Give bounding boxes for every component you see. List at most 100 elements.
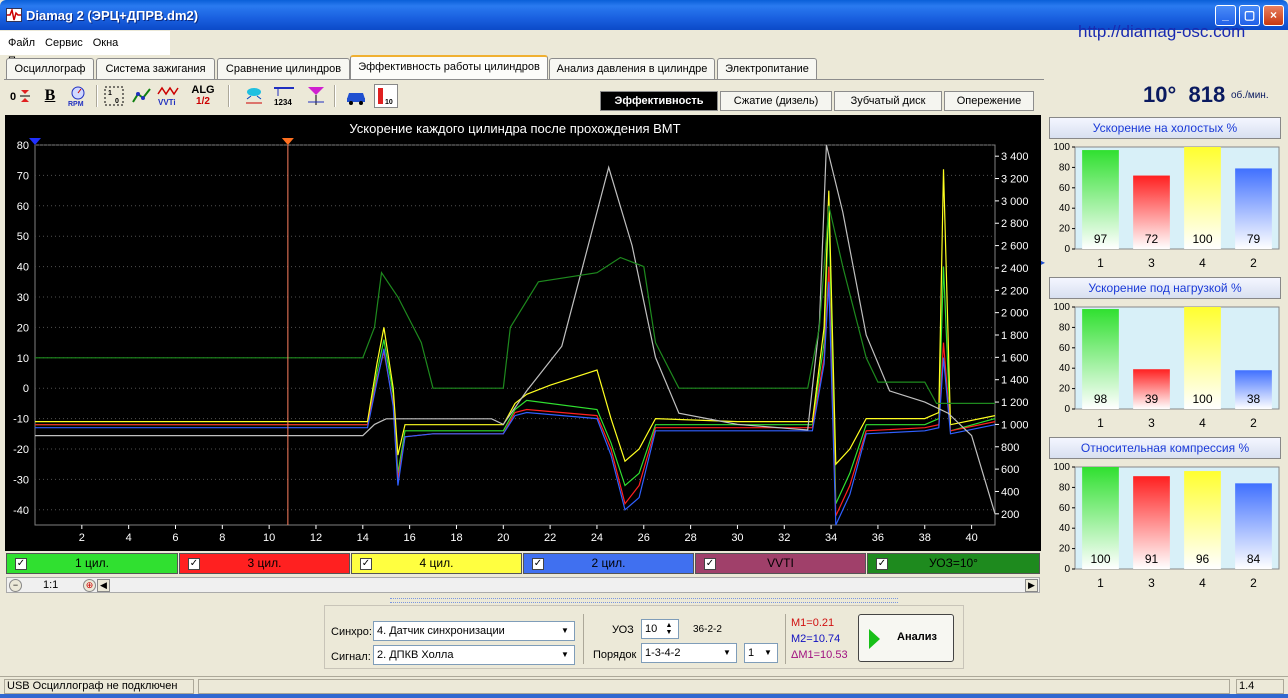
bar-y-tick-label: 80 (1059, 322, 1071, 333)
tab-cylinder-compare[interactable]: Сравнение цилиндров (217, 58, 350, 79)
order-number-select[interactable]: 1 ▼ (744, 643, 778, 663)
status-spacer (198, 679, 1230, 694)
bar-category-label: 4 (1199, 416, 1206, 430)
main-chart-svg[interactable]: Ускорение каждого цилиндра после прохожд… (5, 115, 1041, 551)
zoom-level: 1:1 (43, 579, 59, 591)
menu-file[interactable]: Файл (0, 31, 37, 49)
sync-select[interactable]: 4. Датчик синхронизации ▼ (373, 621, 575, 641)
rpm-icon[interactable]: RPM (66, 84, 90, 108)
bar-category-label: 3 (1148, 416, 1155, 430)
x-tick-label: 14 (357, 532, 369, 544)
y-left-tick-label: -10 (13, 414, 29, 426)
rpm-text: RPM (68, 101, 84, 108)
bold-icon[interactable]: B (38, 84, 62, 108)
marker-delta: ΔM1=10.53 (791, 649, 848, 661)
chart-scrollbar[interactable]: − 1:1 ⊕ ◀ ▶ (6, 577, 1040, 593)
panel-splitter[interactable] (390, 598, 898, 603)
order-label: Порядок (593, 649, 637, 661)
y-right-tick-label: 1 800 (1001, 330, 1029, 342)
spinner-icon[interactable]: ▲ ▼ (662, 622, 676, 636)
x-tick-label: 6 (172, 532, 178, 544)
idle-acceleration-chart: 100 80 60 40 20 0 97 1 72 3 100 4 79 2 (1047, 141, 1284, 275)
sequence-icon[interactable]: 1234 (272, 84, 296, 108)
subtab-advance[interactable]: Опережение (944, 91, 1034, 111)
tab-pressure-analysis[interactable]: Анализ давления в цилиндре (549, 58, 715, 79)
signal-value: 2. ДПКВ Холла (377, 649, 454, 661)
uoz-value: 10 (645, 623, 658, 635)
svg-text:1: 1 (108, 90, 112, 97)
toolbar-separator (228, 85, 230, 107)
vvti-icon[interactable]: VVTi (156, 84, 180, 108)
zoom-out-icon[interactable]: − (9, 579, 22, 592)
menu-service[interactable]: Сервис (37, 31, 85, 49)
main-chart[interactable]: Ускорение каждого цилиндра после прохожд… (5, 115, 1041, 551)
divider (583, 614, 584, 664)
bar-y-tick-label: 20 (1059, 224, 1071, 235)
window-title: Diamag 2 (ЭРЦ+ДПРВ.dm2) (26, 8, 199, 23)
order-select[interactable]: 1-3-4-2 ▼ (641, 643, 737, 663)
legend-label: 3 цил. (247, 556, 282, 570)
legend-uoz[interactable]: ✓ УОЗ=10° (867, 553, 1040, 574)
panel-collapse-icon[interactable]: ▸ (1041, 258, 1046, 270)
analyze-button[interactable]: Анализ (858, 614, 954, 662)
tab-oscilloscope[interactable]: Осциллограф (6, 58, 94, 79)
tab-ignition[interactable]: Система зажигания (96, 58, 215, 79)
bar-y-tick-label: 0 (1064, 244, 1070, 255)
subtab-toothed-disc[interactable]: Зубчатый диск (834, 91, 942, 111)
legend-cyl1[interactable]: ✓ 1 цил. (6, 553, 178, 574)
analyze-label: Анализ (897, 631, 937, 643)
x-tick-label: 10 (263, 532, 275, 544)
subtab-compression[interactable]: Сжатие (дизель) (720, 91, 832, 111)
bar-category-label: 4 (1199, 256, 1206, 270)
y-right-tick-label: 3 400 (1001, 151, 1029, 163)
zoom-in-icon[interactable]: ⊕ (83, 579, 96, 592)
scale-icon[interactable]: 0 (8, 84, 32, 108)
checkbox-icon[interactable]: ✓ (876, 558, 888, 570)
scroll-left-icon[interactable]: ◀ (97, 579, 110, 592)
cursor-grid-icon[interactable]: 10 (102, 84, 126, 108)
order-value: 1-3-4-2 (645, 647, 681, 659)
tab-cylinder-efficiency[interactable]: Эффективность работы цилиндров (350, 55, 548, 80)
status-version: 1.4 (1236, 679, 1284, 694)
bar-value-label: 79 (1247, 232, 1261, 246)
legend-cyl3[interactable]: ✓ 3 цил. (179, 553, 350, 574)
site-url[interactable]: http://diamag-osc.com (1078, 22, 1245, 42)
graph-icon[interactable] (130, 84, 154, 108)
y-left-tick-label: 40 (17, 262, 29, 274)
marker-icon[interactable] (304, 84, 328, 108)
compression-title: Относительная компрессия % (1049, 437, 1281, 459)
bar-icon[interactable]: 10 (374, 84, 398, 108)
close-button[interactable]: × (1263, 5, 1284, 26)
tab-power[interactable]: Электропитание (717, 58, 817, 79)
signal-label: Сигнал: (331, 651, 371, 663)
rpm-readout: 818 (1188, 82, 1226, 107)
marker-m2: M2=10.74 (791, 633, 841, 645)
sensor-icon[interactable] (242, 84, 266, 108)
signal-select[interactable]: 2. ДПКВ Холла ▼ (373, 645, 575, 665)
x-tick-label: 12 (310, 532, 322, 544)
bar-value-label: 98 (1094, 392, 1108, 406)
subtab-efficiency[interactable]: Эффективность (600, 91, 718, 111)
checkbox-icon[interactable]: ✓ (360, 558, 372, 570)
uoz-spinner[interactable]: 10 ▲ ▼ (641, 619, 679, 639)
legend-cyl4[interactable]: ✓ 4 цил. (351, 553, 522, 574)
scroll-right-icon[interactable]: ▶ (1025, 579, 1038, 592)
y-left-tick-label: -30 (13, 474, 29, 486)
y-right-tick-label: 2 600 (1001, 241, 1029, 253)
legend-vvti[interactable]: ✓ VVTI (695, 553, 866, 574)
algorithm-icon[interactable]: ALG 1/2 (188, 84, 218, 108)
chevron-down-icon: ▼ (561, 650, 569, 659)
bar-y-tick-label: 40 (1059, 363, 1071, 374)
y-left-tick-label: 60 (17, 201, 29, 213)
menu-windows[interactable]: Окна (85, 31, 121, 49)
checkbox-icon[interactable]: ✓ (15, 558, 27, 570)
legend-cyl2[interactable]: ✓ 2 цил. (523, 553, 694, 574)
checkbox-icon[interactable]: ✓ (188, 558, 200, 570)
series-line-4 (35, 144, 996, 514)
cursor-marker-icon (281, 138, 294, 145)
checkbox-icon[interactable]: ✓ (532, 558, 544, 570)
x-tick-label: 20 (497, 532, 509, 544)
seq-text: 1234 (274, 98, 292, 107)
checkbox-icon[interactable]: ✓ (704, 558, 716, 570)
car-icon[interactable] (344, 84, 368, 108)
